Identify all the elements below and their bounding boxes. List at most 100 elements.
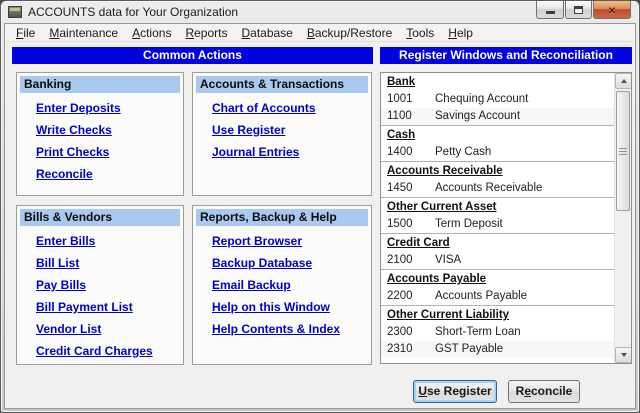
section-accounts-transactions: Accounts & Transactions Chart of Accounts… [192,72,372,196]
link-report-browser[interactable]: Report Browser [212,230,368,252]
register-row-1100[interactable]: 1100Savings Account [381,108,614,125]
register-row-2310[interactable]: 2310GST Payable [381,341,614,358]
register-group-header-accounts-receivable: Accounts Receivable [381,163,614,180]
menu-item-reports[interactable]: Reports [178,25,234,41]
register-row-2200[interactable]: 2200Accounts Payable [381,288,614,305]
register-group-credit-card: Credit Card2100VISA [381,233,614,269]
account-number: 1100 [387,108,435,125]
menu-item-maintenance[interactable]: Maintenance [42,25,125,41]
menu-item-file[interactable]: File [9,25,42,41]
register-group-cash: Cash1400Petty Cash [381,125,614,161]
account-number: 2100 [387,252,435,269]
register-row-2300[interactable]: 2300Short-Term Loan [381,324,614,341]
account-number: 1001 [387,91,435,108]
menu-item-actions[interactable]: Actions [125,25,178,41]
reconcile-label-post: concile [531,384,572,398]
link-backup-database[interactable]: Backup Database [212,252,368,274]
register-group-header-other-current-asset: Other Current Asset [381,199,614,216]
menu-item-backup-restore[interactable]: Backup/Restore [300,25,399,41]
menu-bar: FileMaintenanceActionsReportsDatabaseBac… [5,24,635,42]
register-group-header-cash: Cash [381,127,614,144]
scroll-up-button[interactable] [615,73,632,89]
link-email-backup[interactable]: Email Backup [212,274,368,296]
link-chart-of-accounts[interactable]: Chart of Accounts [212,97,368,119]
use-register-label-key: U [418,384,427,398]
register-row-1001[interactable]: 1001Chequing Account [381,91,614,108]
register-row-1450[interactable]: 1450Accounts Receivable [381,180,614,197]
register-group-other-current-asset: Other Current Asset1500Term Deposit [381,197,614,233]
vertical-scrollbar[interactable] [614,73,631,363]
account-name: VISA [435,254,461,266]
link-use-register[interactable]: Use Register [212,119,368,141]
menu-item-tools[interactable]: Tools [399,25,441,41]
link-journal-entries[interactable]: Journal Entries [212,141,368,163]
account-number: 1400 [387,144,435,161]
account-number: 1450 [387,180,435,197]
maximize-button[interactable] [565,1,592,19]
use-register-label-post: se Register [427,384,492,398]
scroll-up-arrow-icon [621,79,627,83]
register-row-2100[interactable]: 2100VISA [381,252,614,269]
section-banking: Banking Enter DepositsWrite ChecksPrint C… [16,72,184,196]
register-group-accounts-receivable: Accounts Receivable1450Accounts Receivab… [381,161,614,197]
window-controls [535,1,631,19]
menu-item-help[interactable]: Help [441,25,480,41]
account-number: 1500 [387,216,435,233]
register-group-header-accounts-payable: Accounts Payable [381,271,614,288]
section-reports-backup-help: Reports, Backup & Help Report BrowserBack… [192,205,372,365]
register-windows-header: Register Windows and Reconciliation [380,47,632,64]
account-name: Short-Term Loan [435,326,521,338]
register-group-accounts-payable: Accounts Payable2200Accounts Payable [381,269,614,305]
account-name: Petty Cash [435,146,491,158]
account-name: Accounts Payable [435,290,527,302]
link-help-on-this-window[interactable]: Help on this Window [212,296,368,318]
link-bill-list[interactable]: Bill List [36,252,180,274]
app-window: ACCOUNTS data for Your Organization File… [0,0,640,413]
register-group-other-current-liability: Other Current Liability2300Short-Term Lo… [381,305,614,358]
app-icon [8,6,22,18]
window-title: ACCOUNTS data for Your Organization [28,5,238,19]
register-group-header-credit-card: Credit Card [381,235,614,252]
common-actions-header: Common Actions [12,47,373,64]
section-header-reports-backup-help: Reports, Backup & Help [196,209,368,226]
link-write-checks[interactable]: Write Checks [36,119,180,141]
scrollbar-thumb[interactable] [616,91,630,211]
reconcile-button[interactable]: Reconcile [508,380,580,403]
link-credit-card-charges[interactable]: Credit Card Charges [36,340,180,362]
menu-item-database[interactable]: Database [234,25,299,41]
link-reconcile[interactable]: Reconcile [36,163,180,185]
link-vendor-list[interactable]: Vendor List [36,318,180,340]
section-header-bills-vendors: Bills & Vendors [20,209,180,226]
account-name: GST Payable [435,343,503,355]
link-help-contents-index[interactable]: Help Contents & Index [212,318,368,340]
register-group-header-bank: Bank [381,74,614,91]
register-row-1500[interactable]: 1500Term Deposit [381,216,614,233]
account-name: Accounts Receivable [435,182,542,194]
minimize-icon [546,11,555,14]
register-account-list: Bank1001Chequing Account1100Savings Acco… [380,72,632,364]
scroll-down-button[interactable] [615,347,632,363]
minimize-button[interactable] [536,1,564,19]
link-print-checks[interactable]: Print Checks [36,141,180,163]
scrollbar-grip-icon [619,148,627,155]
reconcile-label-pre: R [516,384,525,398]
account-name: Term Deposit [435,218,503,230]
close-button[interactable] [593,1,631,19]
register-group-header-other-current-liability: Other Current Liability [381,307,614,324]
link-enter-bills[interactable]: Enter Bills [36,230,180,252]
account-name: Savings Account [435,110,520,122]
link-pay-bills[interactable]: Pay Bills [36,274,180,296]
use-register-button[interactable]: Use Register [413,380,497,403]
link-bill-payment-list[interactable]: Bill Payment List [36,296,180,318]
section-header-banking: Banking [20,76,180,93]
account-number: 2300 [387,324,435,341]
maximize-icon [574,6,583,14]
section-header-accounts-transactions: Accounts & Transactions [196,76,368,93]
register-group-bank: Bank1001Chequing Account1100Savings Acco… [381,73,614,125]
close-icon [608,1,616,19]
link-enter-deposits[interactable]: Enter Deposits [36,97,180,119]
register-row-1400[interactable]: 1400Petty Cash [381,144,614,161]
section-bills-vendors: Bills & Vendors Enter BillsBill ListPay B… [16,205,184,365]
account-name: Chequing Account [435,93,528,105]
title-bar[interactable]: ACCOUNTS data for Your Organization [1,1,639,23]
